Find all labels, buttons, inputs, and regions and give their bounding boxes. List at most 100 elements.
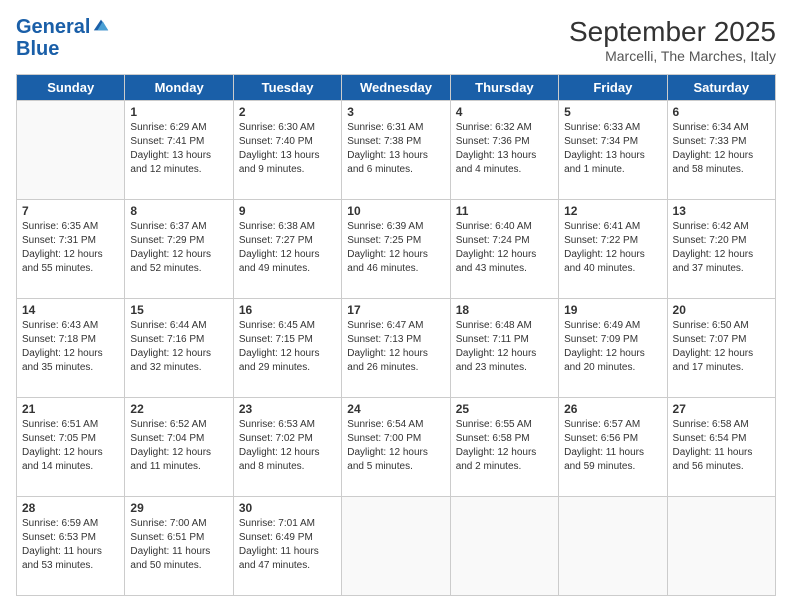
day-cell: [450, 497, 558, 596]
col-header-friday: Friday: [559, 75, 667, 101]
day-number: 27: [673, 402, 770, 416]
day-info: Sunrise: 6:33 AMSunset: 7:34 PMDaylight:…: [564, 121, 661, 177]
day-info: Sunrise: 6:38 AMSunset: 7:27 PMDaylight:…: [239, 220, 336, 276]
col-header-sunday: Sunday: [17, 75, 125, 101]
day-cell: 24 Sunrise: 6:54 AMSunset: 7:00 PMDayligh…: [342, 398, 450, 497]
logo-icon: [92, 16, 110, 34]
calendar-header-row: SundayMondayTuesdayWednesdayThursdayFrid…: [17, 75, 776, 101]
day-cell: 28 Sunrise: 6:59 AMSunset: 6:53 PMDayligh…: [17, 497, 125, 596]
day-cell: 25 Sunrise: 6:55 AMSunset: 6:58 PMDayligh…: [450, 398, 558, 497]
col-header-saturday: Saturday: [667, 75, 775, 101]
month-title: September 2025: [569, 16, 776, 48]
day-number: 1: [130, 105, 227, 119]
day-cell: 1Sunrise: 6:29 AMSunset: 7:41 PMDaylight…: [125, 101, 233, 200]
day-cell: 12 Sunrise: 6:41 AMSunset: 7:22 PMDayligh…: [559, 200, 667, 299]
day-number: 5: [564, 105, 661, 119]
day-info: Sunrise: 6:41 AMSunset: 7:22 PMDaylight:…: [564, 220, 661, 276]
day-number: 24: [347, 402, 444, 416]
day-number: 2: [239, 105, 336, 119]
day-info: Sunrise: 6:51 AMSunset: 7:05 PMDaylight:…: [22, 418, 119, 474]
page: General Blue September 2025 Marcelli, Th…: [0, 0, 792, 612]
day-number: 17: [347, 303, 444, 317]
day-cell: 2 Sunrise: 6:30 AMSunset: 7:40 PMDaylight…: [233, 101, 341, 200]
day-info: Sunrise: 6:49 AMSunset: 7:09 PMDaylight:…: [564, 319, 661, 375]
day-cell: [559, 497, 667, 596]
day-info: Sunrise: 6:35 AMSunset: 7:31 PMDaylight:…: [22, 220, 119, 276]
day-cell: 4 Sunrise: 6:32 AMSunset: 7:36 PMDaylight…: [450, 101, 558, 200]
day-number: 23: [239, 402, 336, 416]
day-number: 3: [347, 105, 444, 119]
day-cell: 6 Sunrise: 6:34 AMSunset: 7:33 PMDaylight…: [667, 101, 775, 200]
day-info: Sunrise: 6:50 AMSunset: 7:07 PMDaylight:…: [673, 319, 770, 375]
day-number: 15: [130, 303, 227, 317]
day-cell: 9 Sunrise: 6:38 AMSunset: 7:27 PMDaylight…: [233, 200, 341, 299]
day-info: Sunrise: 6:47 AMSunset: 7:13 PMDaylight:…: [347, 319, 444, 375]
day-number: 4: [456, 105, 553, 119]
day-info: Sunrise: 6:32 AMSunset: 7:36 PMDaylight:…: [456, 121, 553, 177]
day-number: 16: [239, 303, 336, 317]
day-number: 13: [673, 204, 770, 218]
day-cell: 27 Sunrise: 6:58 AMSunset: 6:54 PMDayligh…: [667, 398, 775, 497]
day-cell: 7Sunrise: 6:35 AMSunset: 7:31 PMDaylight…: [17, 200, 125, 299]
day-info: Sunrise: 6:55 AMSunset: 6:58 PMDaylight:…: [456, 418, 553, 474]
day-number: 28: [22, 501, 119, 515]
logo: General Blue: [16, 16, 110, 60]
day-cell: [342, 497, 450, 596]
day-cell: 17 Sunrise: 6:47 AMSunset: 7:13 PMDayligh…: [342, 299, 450, 398]
day-cell: 29 Sunrise: 7:00 AMSunset: 6:51 PMDayligh…: [125, 497, 233, 596]
day-info: Sunrise: 6:34 AMSunset: 7:33 PMDaylight:…: [673, 121, 770, 177]
day-info: Sunrise: 6:39 AMSunset: 7:25 PMDaylight:…: [347, 220, 444, 276]
day-number: 22: [130, 402, 227, 416]
day-cell: 8Sunrise: 6:37 AMSunset: 7:29 PMDaylight…: [125, 200, 233, 299]
day-cell: 13 Sunrise: 6:42 AMSunset: 7:20 PMDayligh…: [667, 200, 775, 299]
title-section: September 2025 Marcelli, The Marches, It…: [569, 16, 776, 64]
day-info: Sunrise: 7:01 AMSunset: 6:49 PMDaylight:…: [239, 517, 336, 573]
location: Marcelli, The Marches, Italy: [569, 48, 776, 64]
day-info: Sunrise: 6:59 AMSunset: 6:53 PMDaylight:…: [22, 517, 119, 573]
logo-line1: General: [16, 16, 90, 38]
day-cell: 20 Sunrise: 6:50 AMSunset: 7:07 PMDayligh…: [667, 299, 775, 398]
day-info: Sunrise: 6:52 AMSunset: 7:04 PMDaylight:…: [130, 418, 227, 474]
day-number: 12: [564, 204, 661, 218]
day-cell: [667, 497, 775, 596]
day-info: Sunrise: 6:54 AMSunset: 7:00 PMDaylight:…: [347, 418, 444, 474]
day-number: 6: [673, 105, 770, 119]
day-cell: 14Sunrise: 6:43 AMSunset: 7:18 PMDayligh…: [17, 299, 125, 398]
day-cell: 26Sunrise: 6:57 AMSunset: 6:56 PMDayligh…: [559, 398, 667, 497]
header: General Blue September 2025 Marcelli, Th…: [16, 16, 776, 64]
day-cell: [17, 101, 125, 200]
day-number: 21: [22, 402, 119, 416]
day-number: 25: [456, 402, 553, 416]
day-info: Sunrise: 6:48 AMSunset: 7:11 PMDaylight:…: [456, 319, 553, 375]
day-number: 20: [673, 303, 770, 317]
logo-line2: Blue: [16, 38, 59, 60]
day-info: Sunrise: 6:58 AMSunset: 6:54 PMDaylight:…: [673, 418, 770, 474]
day-cell: 15Sunrise: 6:44 AMSunset: 7:16 PMDayligh…: [125, 299, 233, 398]
day-info: Sunrise: 6:40 AMSunset: 7:24 PMDaylight:…: [456, 220, 553, 276]
day-cell: 11 Sunrise: 6:40 AMSunset: 7:24 PMDayligh…: [450, 200, 558, 299]
day-number: 9: [239, 204, 336, 218]
day-cell: 18Sunrise: 6:48 AMSunset: 7:11 PMDayligh…: [450, 299, 558, 398]
day-cell: 22 Sunrise: 6:52 AMSunset: 7:04 PMDayligh…: [125, 398, 233, 497]
day-cell: 23Sunrise: 6:53 AMSunset: 7:02 PMDayligh…: [233, 398, 341, 497]
logo-text: General: [16, 16, 90, 38]
day-number: 29: [130, 501, 227, 515]
day-number: 19: [564, 303, 661, 317]
day-cell: 16Sunrise: 6:45 AMSunset: 7:15 PMDayligh…: [233, 299, 341, 398]
col-header-thursday: Thursday: [450, 75, 558, 101]
col-header-monday: Monday: [125, 75, 233, 101]
day-info: Sunrise: 6:42 AMSunset: 7:20 PMDaylight:…: [673, 220, 770, 276]
week-row-1: 1Sunrise: 6:29 AMSunset: 7:41 PMDaylight…: [17, 101, 776, 200]
day-info: Sunrise: 6:30 AMSunset: 7:40 PMDaylight:…: [239, 121, 336, 177]
day-info: Sunrise: 7:00 AMSunset: 6:51 PMDaylight:…: [130, 517, 227, 573]
week-row-5: 28 Sunrise: 6:59 AMSunset: 6:53 PMDayligh…: [17, 497, 776, 596]
day-cell: 10 Sunrise: 6:39 AMSunset: 7:25 PMDayligh…: [342, 200, 450, 299]
day-info: Sunrise: 6:31 AMSunset: 7:38 PMDaylight:…: [347, 121, 444, 177]
day-number: 10: [347, 204, 444, 218]
col-header-tuesday: Tuesday: [233, 75, 341, 101]
day-cell: 19 Sunrise: 6:49 AMSunset: 7:09 PMDayligh…: [559, 299, 667, 398]
day-number: 14: [22, 303, 119, 317]
day-number: 11: [456, 204, 553, 218]
week-row-3: 14Sunrise: 6:43 AMSunset: 7:18 PMDayligh…: [17, 299, 776, 398]
day-info: Sunrise: 6:37 AMSunset: 7:29 PMDaylight:…: [130, 220, 227, 276]
